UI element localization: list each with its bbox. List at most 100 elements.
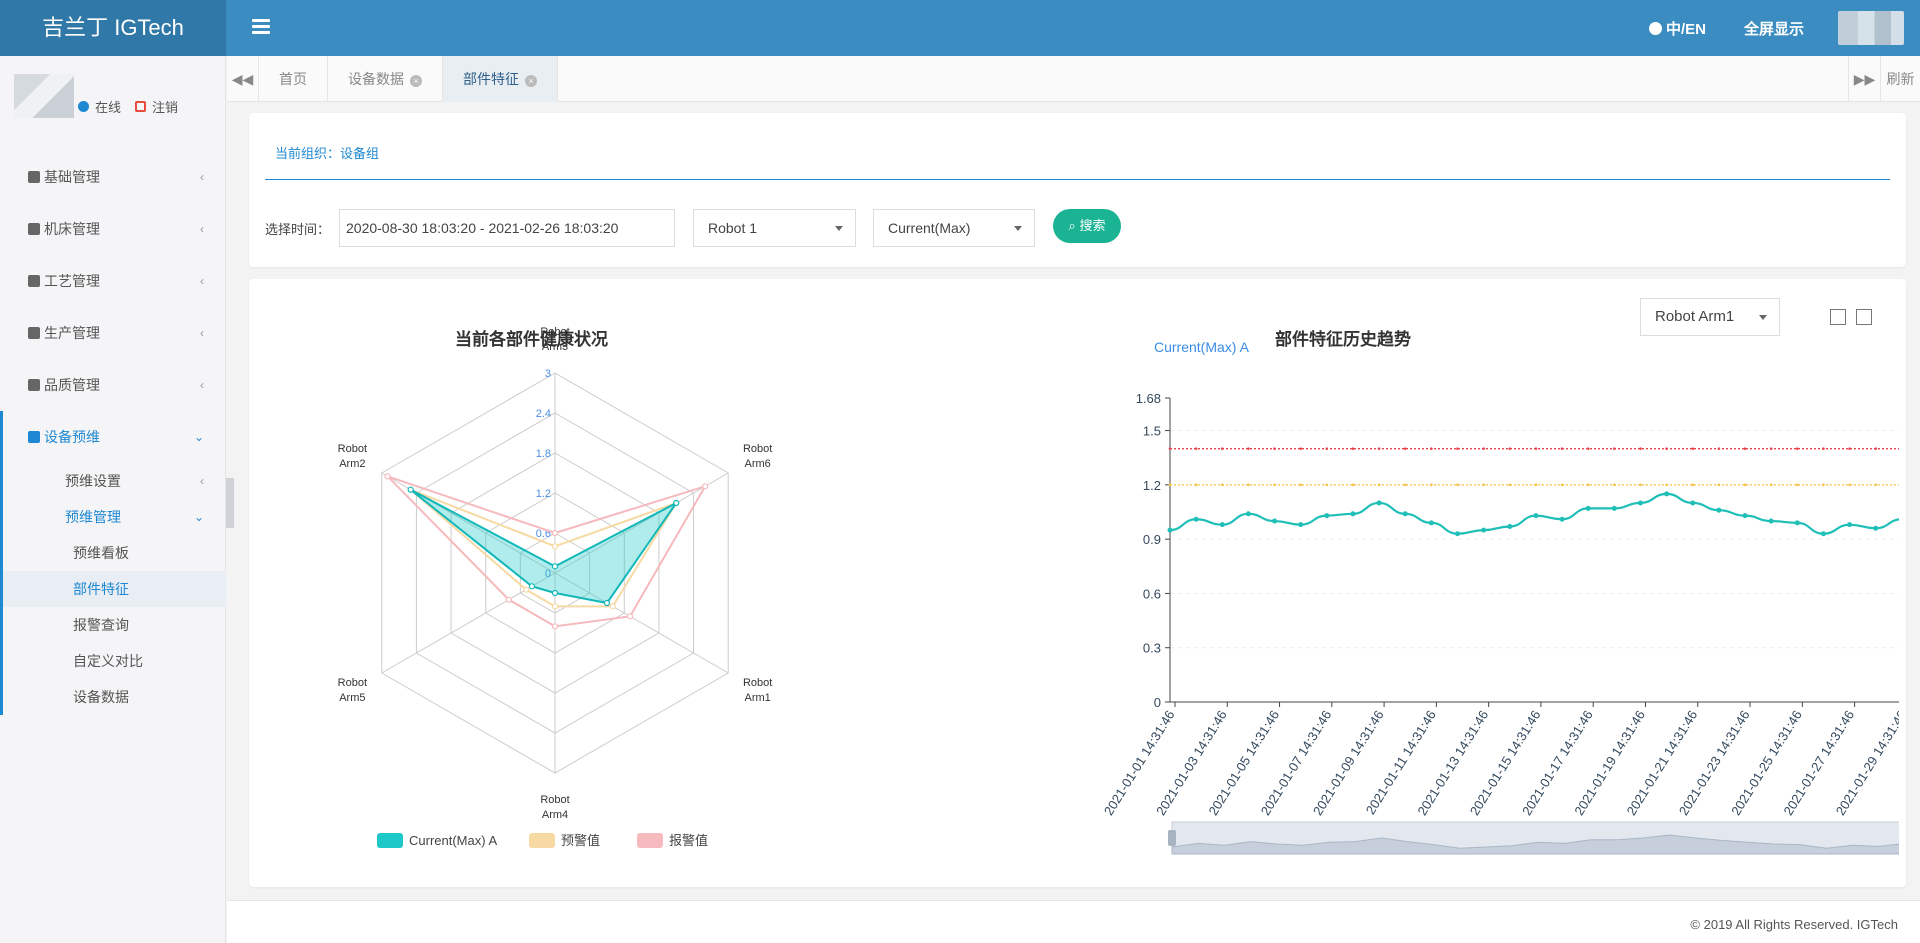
trend-point [1272, 518, 1278, 524]
logout-link[interactable]: 注销 [152, 97, 178, 116]
trend-alarm-point [1665, 447, 1668, 450]
sidebar-item-basic[interactable]: 基础管理 ‹ [0, 151, 226, 203]
trend-alarm-point [1168, 447, 1172, 450]
radar-point [384, 473, 391, 480]
tab-scroll-right-icon[interactable]: ▶▶ [1848, 56, 1880, 102]
trend-alarm-point [1325, 447, 1329, 450]
certificate-icon [28, 379, 40, 391]
trend-alarm-point [1560, 447, 1564, 450]
trend-warn-point [1482, 483, 1485, 487]
close-icon[interactable]: × [525, 75, 537, 87]
sidebar-sub-manage[interactable]: 预维管理 ⌄ [0, 499, 226, 535]
sidebar-item-machine[interactable]: 机床管理 ‹ [0, 203, 226, 255]
top-actions: 中/EN 全屏显示 [1648, 0, 1920, 56]
globe-icon [1648, 21, 1662, 35]
radar-axis-line [381, 572, 556, 674]
trend-warn-point [1456, 483, 1459, 487]
radar-point [603, 599, 611, 607]
trend-point [1637, 500, 1643, 506]
trend-alarm-point [1456, 447, 1459, 450]
logout-icon[interactable] [135, 101, 147, 112]
trend-point [1428, 520, 1434, 526]
trend-point [1245, 511, 1251, 517]
trend-warn-point [1299, 483, 1302, 487]
close-icon[interactable]: × [410, 75, 422, 87]
trend-point [1324, 513, 1330, 519]
trend-point [1167, 527, 1173, 533]
trend-warn-point [1168, 483, 1172, 487]
trend-alarm-point [1377, 447, 1381, 450]
refresh-button[interactable]: 刷新 [1880, 56, 1920, 102]
trend-alarm-point [1482, 447, 1485, 450]
trend-alarm-point [1534, 447, 1538, 450]
copyright: © 2019 All Rights Reserved. IGTech [1690, 917, 1898, 932]
trend-alarm-point [1769, 447, 1773, 450]
radar-indicator-label: Robot Arm2 [338, 443, 367, 470]
language-label: 中/EN [1665, 20, 1706, 38]
radar-point [673, 499, 680, 507]
sidebar-sub-label: 预维设置 [65, 473, 121, 489]
trend-point [1376, 500, 1382, 506]
fullscreen-button[interactable]: 全屏显示 [1744, 18, 1804, 39]
trend-alarm-point [1586, 447, 1590, 450]
trend-point [1820, 531, 1826, 537]
sidebar-item-maintenance[interactable]: 设备预维 ⌄ [0, 411, 226, 463]
wrench-icon [28, 275, 40, 287]
trend-alarm-point [1822, 447, 1825, 450]
radar-point [551, 589, 559, 597]
brand-logo[interactable]: 吉兰丁 IGTech [0, 0, 226, 56]
trend-warn-point [1430, 483, 1433, 487]
trend-warn-point [1325, 483, 1329, 487]
trend-point [1298, 522, 1304, 528]
menu-toggle-icon[interactable] [252, 17, 270, 37]
trend-point [1350, 511, 1356, 517]
tab-home[interactable]: 首页 [259, 56, 328, 102]
trend-alarm-point [1796, 447, 1799, 450]
trend-alarm-point [1299, 447, 1302, 450]
trend-y-tick-label: 1.2 [1143, 478, 1161, 493]
tab-device-data[interactable]: 设备数据 × [328, 56, 443, 102]
chevron-down-icon: ⌄ [193, 430, 204, 444]
cogs-icon [28, 327, 40, 339]
tab-list: 首页 设备数据 × 部件特征 × [259, 56, 558, 102]
trend-point [1585, 505, 1591, 511]
robot-select[interactable]: Robot 1 [693, 209, 856, 247]
sidebar-item-label: 工艺管理 [44, 273, 100, 289]
radar-legend-swatch [377, 833, 403, 848]
radar-legend-label: Current(Max) A [409, 833, 497, 848]
wrench-icon [28, 431, 40, 443]
sidebar-leaf-compare[interactable]: 自定义对比 [0, 643, 226, 679]
trend-warn-point [1377, 483, 1381, 487]
sidebar-leaf-features[interactable]: 部件特征 [0, 571, 226, 607]
radar-point [609, 603, 616, 610]
radar-legend-swatch [529, 833, 555, 848]
trend-point [1611, 505, 1617, 511]
sidebar-sub-settings[interactable]: 预维设置 ‹ [0, 463, 226, 499]
sidebar-leaf-device-data[interactable]: 设备数据 [0, 679, 226, 715]
sidebar-item-process[interactable]: 工艺管理 ‹ [0, 255, 226, 307]
trend-warn-point [1534, 483, 1538, 487]
trend-point [1768, 518, 1774, 524]
sidebar-leaf-dashboard[interactable]: 预维看板 [0, 535, 226, 571]
time-range-input[interactable]: 2020-08-30 18:03:20 - 2021-02-26 18:03:2… [339, 209, 675, 247]
search-button[interactable]: ⌕ 搜索 [1053, 209, 1121, 243]
metric-select[interactable]: Current(Max) [873, 209, 1035, 247]
trend-alarm-point [1717, 447, 1721, 450]
sidebar-item-quality[interactable]: 品质管理 ‹ [0, 359, 226, 411]
tab-scroll-left-icon[interactable]: ◀◀ [227, 56, 259, 102]
trend-point [1690, 500, 1696, 506]
radar-point [407, 486, 414, 493]
trend-warn-point [1769, 483, 1773, 487]
user-avatar[interactable] [1838, 11, 1904, 45]
trend-point [1873, 525, 1879, 531]
sidebar-leaf-alarms[interactable]: 报警查询 [0, 607, 226, 643]
language-switch[interactable]: 中/EN [1648, 18, 1706, 39]
trend-alarm-point [1430, 447, 1433, 450]
trend-point [1716, 507, 1722, 513]
sidebar-item-production[interactable]: 生产管理 ‹ [0, 307, 226, 359]
trend-y-tick-label: 1.5 [1143, 424, 1161, 439]
gear-icon [28, 171, 40, 183]
tab-features[interactable]: 部件特征 × [443, 56, 558, 102]
sidebar-collapse-handle[interactable] [226, 478, 234, 528]
radar-tick-label: 2.4 [536, 408, 551, 420]
